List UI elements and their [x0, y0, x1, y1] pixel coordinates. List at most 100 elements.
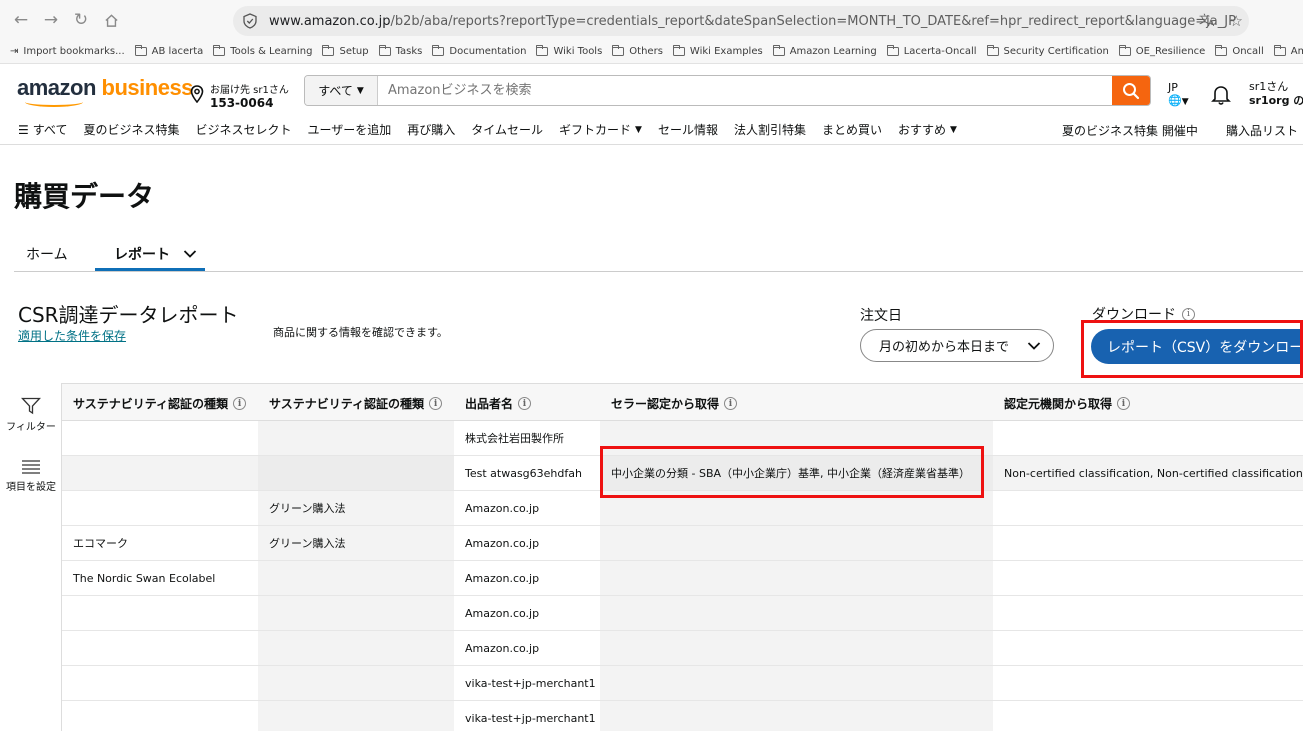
forward-icon[interactable]: → [36, 5, 66, 35]
language-code: JP [1168, 81, 1178, 94]
active-tab-indicator [95, 268, 205, 271]
bookmark-label: Tasks [395, 46, 423, 57]
column-header[interactable]: サステナビリティ認証の種類 i [73, 395, 247, 412]
back-icon[interactable]: ← [6, 5, 36, 35]
bookmark-item[interactable]: ⇥ Import bookmarks... [10, 46, 125, 57]
table-cell [993, 526, 1303, 560]
caret-down-icon: ▼ [950, 124, 957, 135]
bookmark-item[interactable]: Oncall [1215, 45, 1264, 57]
folder-icon [378, 45, 391, 56]
bookmark-item[interactable]: Amazon-Q [1273, 45, 1303, 57]
table-cell [62, 421, 258, 455]
nav-gift-card[interactable]: ギフトカード ▼ [559, 121, 642, 138]
report-title: CSR調達データレポート [18, 303, 239, 327]
site-info-icon[interactable] [243, 13, 261, 29]
nav-summer-event-banner[interactable]: 夏のビジネス特集 開催中 [1062, 122, 1198, 139]
table-cell: 株式会社岩田製作所 [454, 421, 600, 455]
column-header[interactable]: サステナビリティ認証の種類 i [269, 395, 443, 412]
column-settings-control[interactable]: 項目を設定 [0, 459, 62, 493]
page-tabs: ホーム レポート [14, 238, 1303, 272]
table-cell: グリーン購入法 [258, 491, 454, 525]
table-cell [62, 631, 258, 665]
info-icon[interactable]: i [233, 397, 247, 410]
nav-recommended[interactable]: おすすめ ▼ [898, 121, 957, 138]
nav-bulk-buy[interactable]: まとめ買い [822, 121, 882, 138]
nav-sale-info[interactable]: セール情報 [658, 121, 718, 138]
info-icon[interactable]: i [429, 397, 443, 410]
url-path: /b2b/aba/reports?reportType=credentials_… [390, 13, 1236, 29]
filter-control[interactable]: フィルター [0, 397, 62, 433]
table-cell [600, 701, 993, 731]
bookmark-item[interactable]: Security Certification [986, 45, 1109, 57]
table-cell: Amazon.co.jp [454, 491, 600, 525]
account-menu[interactable]: sr1さん sr1org の7 [1249, 80, 1303, 108]
table-row: Amazon.co.jp [62, 596, 1303, 631]
nav-add-user[interactable]: ユーザーを追加 [307, 121, 391, 138]
bookmark-item[interactable]: OE_Resilience [1118, 45, 1205, 57]
info-icon[interactable]: i [724, 397, 738, 410]
bookmark-star-icon[interactable]: ☆ [1230, 12, 1243, 30]
nav-time-sale[interactable]: タイムセール [471, 121, 543, 138]
table-cell [62, 491, 258, 525]
filter-label: フィルター [6, 422, 56, 433]
table-cell [258, 666, 454, 700]
search-input[interactable] [378, 76, 1112, 105]
save-conditions-link[interactable]: 適用した条件を保存 [18, 327, 126, 344]
tab-report[interactable]: レポート [114, 244, 197, 264]
order-date-select[interactable]: 月の初めから本日まで [860, 329, 1054, 362]
column-header[interactable]: 出品者名 i [465, 395, 532, 412]
search-category-dropdown[interactable]: すべて ▼ [305, 76, 378, 105]
table-cell [993, 491, 1303, 525]
table-row: エコマーク グリーン購入法 Amazon.co.jp [62, 526, 1303, 561]
info-icon[interactable]: i [518, 397, 532, 410]
column-header[interactable]: 認定元機関から取得 i [1004, 395, 1131, 412]
chevron-down-icon [183, 250, 197, 258]
amazon-business-logo[interactable]: amazon business [17, 75, 193, 107]
bookmark-item[interactable]: Others [612, 45, 663, 57]
import-icon: ⇥ [10, 46, 19, 57]
tab-home[interactable]: ホーム [26, 244, 68, 264]
bookmark-label: Others [629, 46, 663, 57]
bookmark-item[interactable]: Tools & Learning [213, 45, 312, 57]
table-cell [258, 561, 454, 595]
nav-all[interactable]: ☰ すべて [18, 121, 67, 138]
bookmark-item[interactable]: Wiki Tools [536, 45, 602, 57]
bookmark-item[interactable]: Lacerta-Oncall [886, 45, 977, 57]
bookmark-item[interactable]: Setup [322, 45, 369, 57]
bookmark-label: Amazon Learning [789, 46, 877, 57]
table-row: Amazon.co.jp [62, 631, 1303, 666]
language-selector[interactable]: JP 🌐▼ [1168, 81, 1189, 109]
bookmark-item[interactable]: Wiki Examples [672, 45, 763, 57]
bookmark-label: AB lacerta [151, 46, 204, 57]
table-row: The Nordic Swan Ecolabel Amazon.co.jp [62, 561, 1303, 596]
info-icon[interactable]: i [1182, 307, 1195, 321]
table-cell: エコマーク [73, 537, 128, 550]
nav-business-select[interactable]: ビジネスセレクト [195, 121, 291, 138]
caret-down-icon: ▼ [356, 85, 364, 96]
home-icon[interactable] [96, 5, 126, 35]
translate-icon[interactable]: 文A [1199, 12, 1216, 31]
search-button[interactable] [1112, 76, 1150, 105]
nav-corporate-discount[interactable]: 法人割引特集 [734, 121, 806, 138]
nav-summer-special[interactable]: 夏のビジネス特集 [83, 121, 179, 138]
bookmark-item[interactable]: Tasks [378, 45, 423, 57]
bookmark-label: Documentation [449, 46, 527, 57]
info-icon[interactable]: i [1117, 397, 1131, 410]
table-cell [258, 456, 454, 490]
table-cell [993, 561, 1303, 595]
folder-icon [1273, 45, 1286, 56]
url-host: www.amazon.co.jp [269, 13, 391, 29]
table-cell [258, 596, 454, 630]
location-pin-icon [190, 84, 204, 107]
nav-buy-again[interactable]: 再び購入 [407, 121, 455, 138]
bookmark-item[interactable]: AB lacerta [134, 45, 204, 57]
deliver-to[interactable]: お届け先 sr1さん 153-0064 [190, 81, 289, 110]
reload-icon[interactable]: ↻ [66, 5, 96, 35]
column-header[interactable]: セラー認定から取得 i [611, 395, 738, 412]
notification-bell-icon[interactable] [1210, 83, 1232, 109]
nav-purchase-list[interactable]: 購入品リスト [1226, 122, 1298, 139]
column-settings-icon [22, 460, 40, 474]
bookmark-item[interactable]: Amazon Learning [772, 45, 877, 57]
bookmark-item[interactable]: Documentation [432, 45, 527, 57]
address-bar[interactable]: www.amazon.co.jp/b2b/aba/reports?reportT… [233, 6, 1249, 36]
